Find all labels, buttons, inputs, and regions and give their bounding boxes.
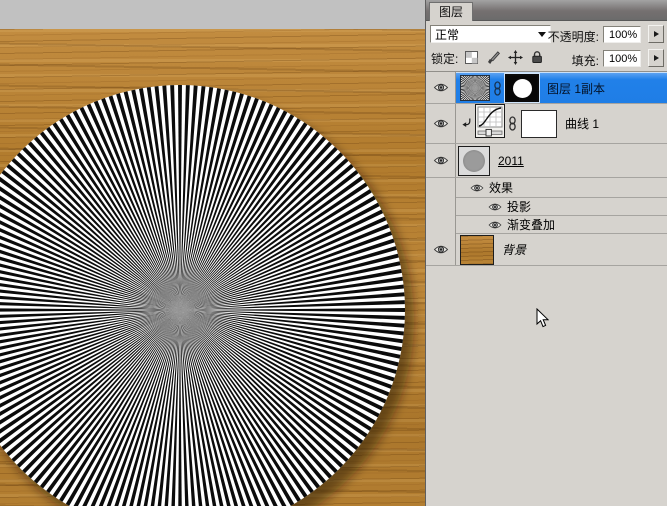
fill-slider-button[interactable] [648, 49, 664, 67]
visibility-toggle[interactable] [426, 234, 456, 265]
lock-icons [463, 49, 545, 65]
eye-icon [470, 184, 484, 191]
effect-label: 渐变叠加 [507, 218, 556, 232]
layer-name: 背景 [502, 243, 527, 257]
layer-controls: 正常 不透明度: 100% 锁定: 填充: 100% [426, 21, 667, 72]
layers-panel: 图层 正常 不透明度: 100% 锁定: 填充: 100% 图层 1副本 曲线 … [425, 0, 667, 506]
adjustment-mask-thumbnail[interactable] [521, 109, 557, 138]
visibility-toggle[interactable] [426, 144, 456, 177]
lock-transparency-icon[interactable] [463, 49, 479, 65]
layer-thumbnail[interactable] [458, 145, 490, 176]
eye-icon [488, 203, 502, 210]
radial-burst-pattern [0, 85, 414, 506]
effect-row-gradient-overlay[interactable]: 渐变叠加 [426, 216, 667, 234]
visibility-toggle[interactable] [426, 72, 456, 103]
blend-row: 正常 不透明度: 100% [426, 21, 667, 46]
layer-row-curves1[interactable]: 曲线 1 [426, 104, 667, 144]
blend-mode-select[interactable]: 正常 [430, 25, 551, 43]
effect-visibility-toggle[interactable] [488, 202, 502, 212]
effect-visibility-toggle[interactable] [488, 220, 502, 230]
effect-label: 投影 [507, 200, 532, 214]
eye-icon [433, 119, 448, 128]
effects-header-row[interactable]: 效果 [426, 178, 667, 198]
opacity-label: 不透明度: [547, 30, 599, 44]
eye-column-spacer [426, 178, 456, 198]
chevron-right-icon [653, 31, 659, 37]
eye-column-spacer [426, 216, 456, 234]
chevron-down-icon [538, 31, 546, 37]
opacity-slider-button[interactable] [648, 25, 664, 43]
layer-list: 图层 1副本 曲线 1 2011 效果 投影 渐变叠加 背景 [426, 60, 667, 266]
background-thumbnail[interactable] [460, 234, 494, 265]
eye-icon [433, 156, 448, 165]
layer-row-2011[interactable]: 2011 [426, 144, 667, 178]
layer-mask-thumbnail[interactable] [505, 74, 539, 102]
lock-label: 锁定: [431, 52, 459, 66]
visibility-toggle[interactable] [426, 104, 456, 143]
effects-visibility-toggle[interactable] [470, 183, 484, 193]
layer-row-layer1-copy[interactable]: 图层 1副本 [426, 60, 667, 116]
layer-thumbnail[interactable] [447, 60, 503, 116]
layer-name: 图层 1副本 [547, 81, 606, 96]
opacity-input[interactable]: 100% [603, 26, 641, 43]
blend-mode-value: 正常 [435, 27, 460, 42]
layer-name: 曲线 1 [565, 117, 600, 131]
fill-input[interactable]: 100% [603, 50, 641, 67]
eye-column-spacer [426, 198, 456, 216]
fill-label: 填充: [571, 54, 599, 68]
clipping-mask-arrow-icon [461, 118, 472, 129]
chevron-right-icon [653, 55, 659, 61]
eye-icon [488, 221, 502, 228]
effect-row-drop-shadow[interactable]: 投影 [426, 198, 667, 216]
link-icon [493, 80, 502, 96]
panel-tab-bar: 图层 [426, 0, 667, 21]
lock-position-move-icon[interactable] [507, 49, 523, 65]
mouse-cursor-icon [536, 307, 550, 334]
curves-adjustment-thumbnail[interactable] [475, 104, 505, 143]
layer-name: 2011 [498, 153, 524, 168]
effects-label: 效果 [489, 181, 514, 195]
tab-layers[interactable]: 图层 [429, 2, 474, 21]
lock-all-padlock-icon[interactable] [529, 49, 545, 65]
eye-icon [433, 83, 448, 92]
lock-row: 锁定: 填充: 100% [426, 46, 667, 70]
lock-pixels-brush-icon[interactable] [485, 49, 501, 65]
layer-row-background[interactable]: 背景 [426, 234, 667, 266]
document-canvas[interactable] [0, 0, 425, 506]
eye-icon [433, 245, 448, 254]
link-icon [508, 116, 517, 131]
